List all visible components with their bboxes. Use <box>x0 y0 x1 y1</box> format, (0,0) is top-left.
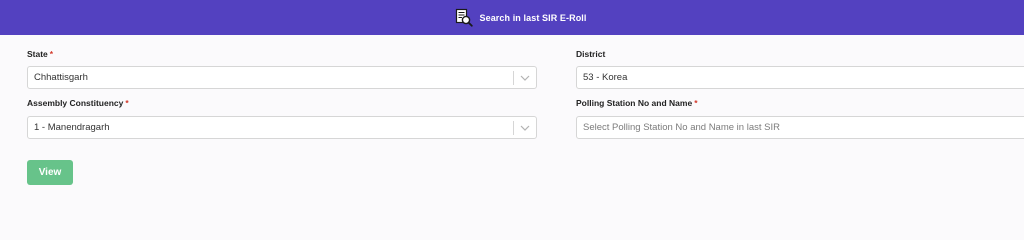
chevron-down-icon[interactable] <box>514 116 536 139</box>
assembly-constituency-select[interactable]: 1 - Manendragarh <box>27 116 537 139</box>
assembly-constituency-label-text: Assembly Constituency <box>27 98 124 108</box>
header-content: Search in last SIR E-Roll <box>455 8 586 27</box>
state-select-value: Chhattisgarh <box>34 72 88 83</box>
polling-station-label: Polling Station No and Name * <box>576 98 698 108</box>
state-label: State * <box>27 49 53 59</box>
assembly-constituency-required-mark: * <box>125 98 129 108</box>
assembly-constituency-label: Assembly Constituency * <box>27 98 129 108</box>
state-required-mark: * <box>49 49 54 59</box>
view-button[interactable]: View <box>27 160 73 185</box>
district-label: District <box>576 49 605 59</box>
document-search-icon <box>455 8 474 27</box>
polling-station-required-mark: * <box>694 98 698 108</box>
chevron-down-icon[interactable] <box>514 66 536 89</box>
polling-station-select[interactable]: Select Polling Station No and Name in la… <box>576 116 1024 139</box>
district-label-text: District <box>576 49 606 59</box>
district-select-value: 53 - Korea <box>583 72 628 83</box>
header-title: Search in last SIR E-Roll <box>479 12 587 23</box>
state-select[interactable]: Chhattisgarh <box>27 66 537 89</box>
district-select[interactable]: 53 - Korea <box>576 66 1024 89</box>
polling-station-select-placeholder: Select Polling Station No and Name in la… <box>583 122 780 133</box>
state-label-text: State <box>27 49 48 59</box>
polling-station-label-text: Polling Station No and Name <box>576 98 693 108</box>
assembly-constituency-select-value: 1 - Manendragarh <box>34 122 110 133</box>
page-header: Search in last SIR E-Roll <box>0 0 1024 35</box>
